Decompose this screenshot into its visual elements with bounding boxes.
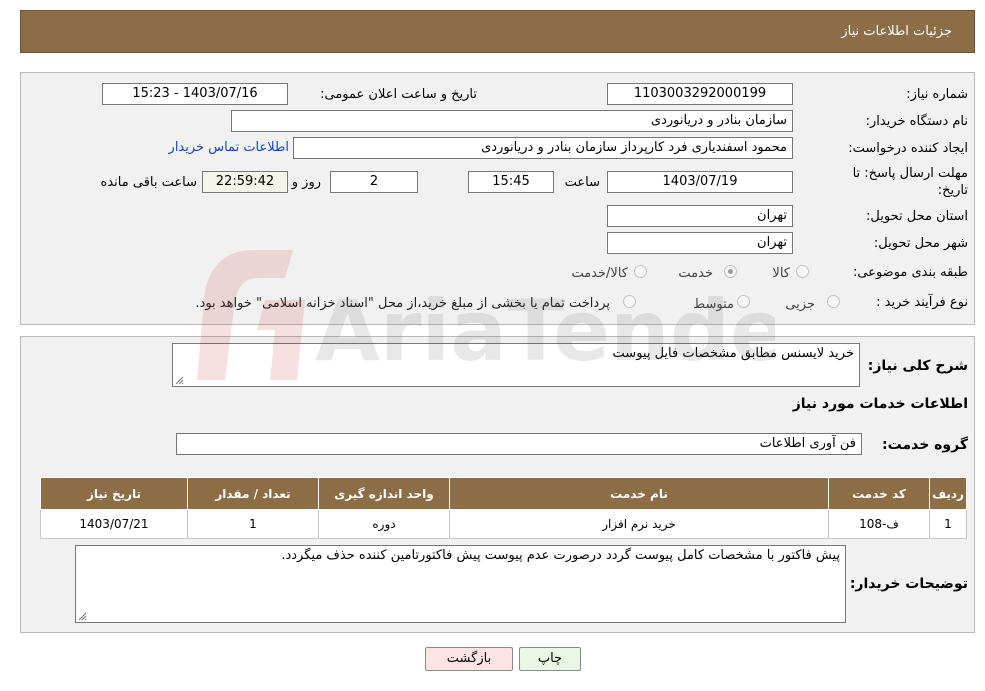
col-code-header: کد خدمت <box>828 477 930 510</box>
process-minor-radio[interactable] <box>827 295 840 308</box>
time-label: ساعت <box>564 175 600 190</box>
back-button[interactable]: بازگشت <box>425 647 513 671</box>
process-minor-label: جزیی <box>785 297 815 312</box>
page-title: جزئیات اطلاعات نیاز <box>841 24 952 39</box>
deadline-label: مهلت ارسال پاسخ: تا <box>852 166 968 181</box>
col-unit-header: واحد اندازه گیری <box>318 477 450 510</box>
category-service-label: خدمت <box>678 266 713 281</box>
summary-textarea[interactable]: خرید لایسنس مطابق مشخصات فایل پیوست <box>172 343 860 387</box>
col-row-header: ردیف <box>929 477 967 510</box>
province-field: تهران <box>607 205 793 227</box>
category-goods-label: کالا <box>772 266 790 281</box>
cell-row: 1 <box>929 509 967 539</box>
process-treasury-checkbox[interactable] <box>623 295 636 308</box>
cell-code: ف-108 <box>828 509 930 539</box>
category-goods-service-label: کالا/خدمت <box>571 266 628 281</box>
table-row: 1 ف-108 خرید نرم افزار دوره 1 1403/07/21 <box>40 509 967 539</box>
services-table: ردیف کد خدمت نام خدمت واحد اندازه گیری ت… <box>40 477 967 539</box>
remaining-label: ساعت باقی مانده <box>100 175 197 190</box>
col-qty-header: تعداد / مقدار <box>187 477 319 510</box>
announce-field: 1403/07/16 - 15:23 <box>102 83 288 105</box>
col-date-header: تاریخ نیاز <box>40 477 188 510</box>
province-label: استان محل تحویل: <box>866 209 968 224</box>
summary-text: خرید لایسنس مطابق مشخصات فایل پیوست <box>612 346 854 361</box>
remaining-time-field: 22:59:42 <box>202 171 288 193</box>
buyer-contact-link[interactable]: اطلاعات تماس خریدار <box>169 140 289 155</box>
city-label: شهر محل تحویل: <box>873 236 968 251</box>
buyer-notes-text: پیش فاکتور با مشخصات کامل پیوست گردد درص… <box>281 548 840 563</box>
cell-qty: 1 <box>187 509 319 539</box>
deadline-label-2: تاریخ: <box>937 183 968 198</box>
page-header: جزئیات اطلاعات نیاز <box>20 10 975 53</box>
category-label: طبقه بندی موضوعی: <box>852 265 968 280</box>
resize-grip-icon[interactable] <box>78 612 87 621</box>
creator-label: ایجاد کننده درخواست: <box>848 141 968 156</box>
process-label: نوع فرآیند خرید : <box>876 295 968 310</box>
process-note: پرداخت تمام یا بخشی از مبلغ خرید،از محل … <box>195 296 610 311</box>
table-header-row: ردیف کد خدمت نام خدمت واحد اندازه گیری ت… <box>40 477 967 510</box>
service-group-label: گروه خدمت: <box>882 437 968 453</box>
col-name-header: نام خدمت <box>449 477 829 510</box>
category-service-radio[interactable] <box>724 265 737 278</box>
buyer-notes-textarea[interactable]: پیش فاکتور با مشخصات کامل پیوست گردد درص… <box>75 545 846 623</box>
process-medium-label: متوسط <box>693 297 734 312</box>
summary-label: شرح کلی نیاز: <box>867 358 968 374</box>
creator-field: محمود اسفندیاری فرد کارپرداز سازمان بناد… <box>293 137 793 159</box>
need-number-label: شماره نیاز: <box>906 87 968 102</box>
buyer-org-label: نام دستگاه خریدار: <box>865 114 968 129</box>
cell-unit: دوره <box>318 509 450 539</box>
services-heading: اطلاعات خدمات مورد نیاز <box>792 396 968 412</box>
deadline-time-field: 15:45 <box>468 171 554 193</box>
process-medium-radio[interactable] <box>737 295 750 308</box>
announce-label: تاریخ و ساعت اعلان عمومی: <box>320 87 477 102</box>
service-group-field: فن آوری اطلاعات <box>176 433 862 455</box>
category-goods-service-radio[interactable] <box>634 265 647 278</box>
cell-date: 1403/07/21 <box>40 509 188 539</box>
cell-name: خرید نرم افزار <box>449 509 829 539</box>
print-button[interactable]: چاپ <box>519 647 581 671</box>
days-label: روز و <box>291 175 321 190</box>
need-number-field: 1103003292000199 <box>607 83 793 105</box>
category-goods-radio[interactable] <box>796 265 809 278</box>
resize-grip-icon[interactable] <box>175 376 184 385</box>
buyer-notes-label: توضیحات خریدار: <box>849 576 968 592</box>
days-field: 2 <box>330 171 418 193</box>
city-field: تهران <box>607 232 793 254</box>
deadline-date-field: 1403/07/19 <box>607 171 793 193</box>
buyer-org-field: سازمان بنادر و دریانوردی <box>231 110 793 132</box>
